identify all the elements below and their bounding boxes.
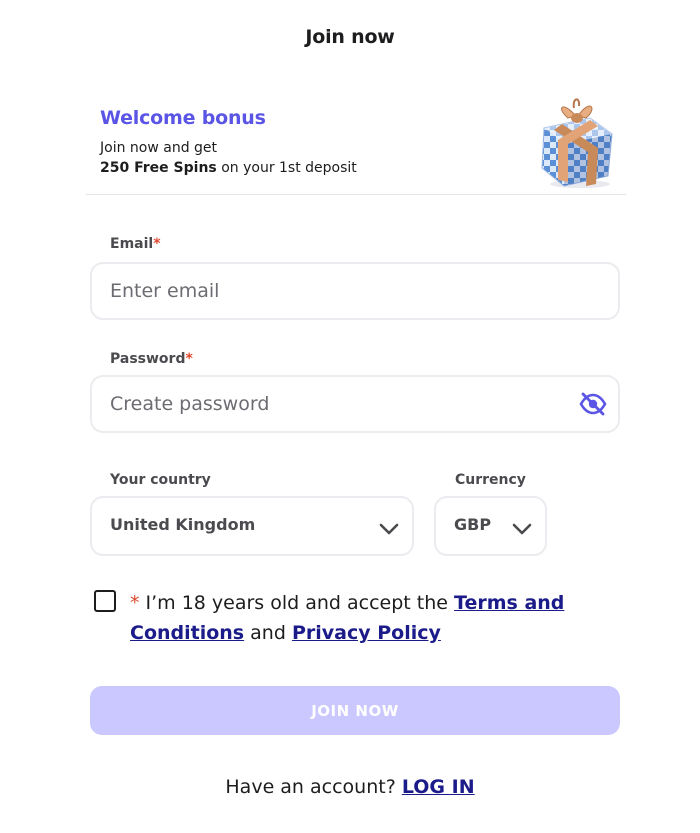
bonus-description-line1: Join now and get xyxy=(100,140,218,156)
bonus-free-spins: 250 Free Spins xyxy=(100,160,217,176)
welcome-bonus-banner: Welcome bonus Join now and get 250 Free … xyxy=(86,90,626,195)
join-now-button[interactable]: JOIN NOW xyxy=(90,686,620,735)
currency-value: GBP xyxy=(454,515,492,534)
consent-text: * I’m 18 years old and accept the Terms a… xyxy=(130,588,600,648)
consent-text-between: and xyxy=(244,622,292,644)
email-label: Email* xyxy=(110,236,161,252)
eye-slash-icon[interactable] xyxy=(578,391,608,417)
country-label: Your country xyxy=(110,472,211,488)
privacy-policy-link[interactable]: Privacy Policy xyxy=(292,622,441,644)
chevron-down-icon xyxy=(379,523,399,535)
age-terms-checkbox[interactable] xyxy=(94,590,116,612)
bonus-deposit-text: on your 1st deposit xyxy=(216,160,357,176)
password-field-wrapper xyxy=(90,375,620,433)
login-link[interactable]: LOG IN xyxy=(402,776,475,798)
login-prompt-text: Have an account? xyxy=(225,776,402,798)
password-label: Password* xyxy=(110,351,193,367)
email-input[interactable] xyxy=(110,264,570,318)
country-value: United Kingdom xyxy=(110,515,256,534)
email-field-wrapper xyxy=(90,262,620,320)
login-prompt: Have an account? LOG IN xyxy=(0,776,700,798)
currency-select[interactable]: GBP xyxy=(434,496,547,556)
gift-box-image xyxy=(541,98,613,188)
bonus-heading: Welcome bonus xyxy=(100,107,266,129)
chevron-down-icon xyxy=(512,523,532,535)
country-select[interactable]: United Kingdom xyxy=(90,496,414,556)
consent-text-before: I’m 18 years old and accept the xyxy=(145,592,455,614)
password-input[interactable] xyxy=(110,377,550,431)
required-asterisk: * xyxy=(130,592,140,614)
bonus-description-line2: 250 Free Spins on your 1st deposit xyxy=(100,160,357,176)
page-title: Join now xyxy=(305,26,395,48)
currency-label: Currency xyxy=(455,472,526,488)
